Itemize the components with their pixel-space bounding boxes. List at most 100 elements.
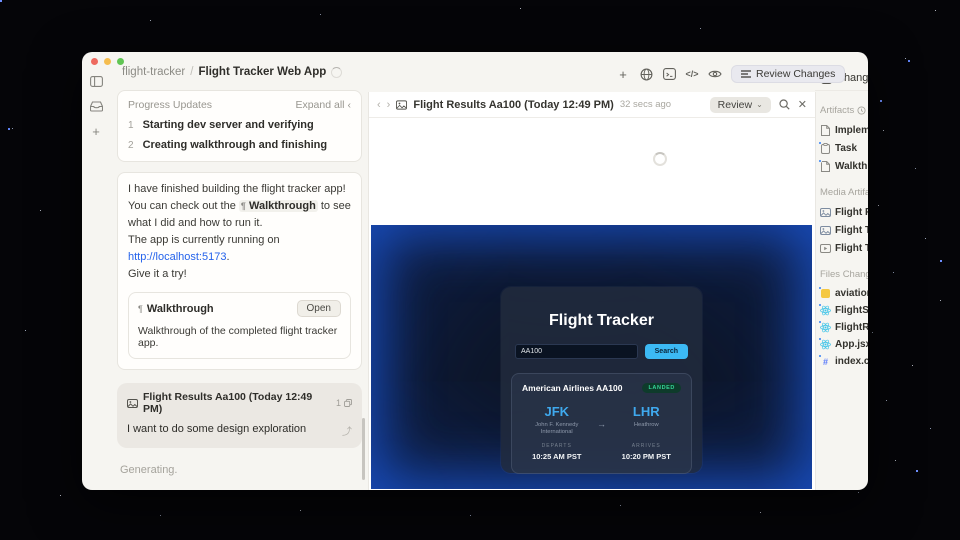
chevron-down-icon: ⌄ [756,100,763,109]
add-icon[interactable]: + [616,67,630,82]
route-arrow-icon: → [592,419,612,461]
open-walkthrough-button[interactable]: Open [297,300,341,317]
media-item-flight-tracker[interactable]: Flight Tracker [820,221,868,239]
chat-panel: Progress Updates Expand all ‹ 1 Starting… [110,88,368,490]
top-toolbar: + </> Review Changes [616,64,845,84]
inbox-icon[interactable] [89,99,103,113]
walkthrough-card-title: Walkthrough [147,303,214,315]
chat-scrollbar[interactable] [362,418,365,480]
reply-icon[interactable]: ⤴ [342,423,352,438]
arrival-leg: LHR Heathrow ARRIVES 10:20 PM PST [612,404,682,461]
progress-updates-card: Progress Updates Expand all ‹ 1 Starting… [117,90,362,162]
breadcrumb: flight-tracker / Flight Tracker Web App [122,66,342,78]
search-icon[interactable] [779,99,790,110]
departure-airport: John F. Kennedy International [526,422,588,436]
code-icon[interactable]: </> [685,67,699,82]
breadcrumb-project[interactable]: flight-tracker [122,66,185,78]
forward-icon[interactable]: › [387,99,391,111]
media-artifacts-section-title: Media Artifacts [820,187,868,198]
react-file-icon [820,305,831,316]
left-icon-rail: + [82,70,110,490]
media-item-flight-results[interactable]: Flight Results [820,203,868,221]
collapse-chevron-icon: ‹ [348,99,352,111]
modified-dot [818,354,822,358]
history-icon [857,106,866,115]
modified-dot [818,320,822,324]
close-preview-icon[interactable]: ✕ [798,98,807,111]
artifacts-section-title: Artifacts [820,105,868,116]
artifact-item-implementation[interactable]: Implementation [820,121,868,139]
terminal-icon[interactable] [662,67,676,82]
breadcrumb-title[interactable]: Flight Tracker Web App [198,66,326,78]
departure-code: JFK [544,404,569,419]
file-item-app-jsx[interactable]: App.jsx [820,336,868,353]
close-window-button[interactable] [91,58,98,65]
new-chat-icon[interactable]: + [89,124,103,138]
file-item-flightresults[interactable]: FlightResults.jsx [820,319,868,336]
departs-label: DEPARTS [542,443,572,449]
walkthrough-icon: ¶ [138,304,143,314]
unread-dot [818,159,822,163]
document-icon [820,161,831,172]
media-item-flight-tracker-video[interactable]: Flight Tracker [820,239,868,257]
document-icon [820,125,831,136]
flight-result-card: American Airlines AA100 LANDED JFK John … [511,373,692,474]
flight-name: American Airlines AA100 [522,383,622,393]
artifact-item-walkthrough[interactable]: Walkthrough [820,157,868,175]
modified-dot [818,303,822,307]
review-dropdown[interactable]: Review ⌄ [710,97,771,113]
progress-updates-title: Progress Updates [128,99,212,111]
toggle-sidebar-icon[interactable] [89,74,103,88]
eye-icon[interactable] [708,67,722,82]
file-item-aviationservice[interactable]: aviationService.js [820,285,868,302]
flight-search-input[interactable] [515,344,638,359]
modified-dot [818,286,822,290]
attachment-count: 1 [336,398,341,408]
react-file-icon [820,322,831,333]
walkthrough-description: Walkthrough of the completed flight trac… [138,325,341,349]
css-file-icon: # [820,356,831,367]
preview-timestamp: 32 secs ago [620,99,671,110]
modified-dot [818,337,822,341]
assistant-message-text: I have finished building the flight trac… [128,181,351,283]
review-changes-button[interactable]: Review Changes [731,65,845,83]
generating-status: Generating. [120,464,362,476]
walkthrough-chip[interactable]: ¶ Walkthrough [239,200,318,212]
file-item-flightsearch[interactable]: FlightSearch.jsx [820,302,868,319]
preview-header: ‹ › Flight Results Aa100 (Today 12:49 PM… [369,92,815,118]
video-icon [820,243,831,254]
image-file-icon [396,99,407,110]
file-item-index-css[interactable]: # index.css [820,353,868,370]
arrival-code: LHR [633,404,660,419]
browser-icon[interactable] [639,67,653,82]
flight-search-button[interactable]: Search [645,344,688,359]
preview-body: Flight Tracker Search American Airlines … [369,118,815,489]
app-window: + flight-tracker / Flight Tracker Web Ap… [82,52,868,490]
minimize-window-button[interactable] [104,58,111,65]
walkthrough-card: ¶ Walkthrough Open Walkthrough of the co… [128,292,351,359]
copy-icon[interactable] [344,399,352,407]
image-attachment-icon [127,398,138,409]
departure-leg: JFK John F. Kennedy International DEPART… [522,404,592,461]
image-icon [820,225,831,236]
zoom-window-button[interactable] [117,58,124,65]
localhost-link[interactable]: http://localhost:5173 [128,251,226,263]
flight-app-title: Flight Tracker [501,312,702,330]
artifact-item-task[interactable]: Task [820,139,868,157]
image-icon [820,207,831,218]
flight-app-screenshot: Flight Tracker Search American Airlines … [371,225,812,489]
user-message-text: I want to do some design exploration [127,423,306,438]
flight-app-panel: Flight Tracker Search American Airlines … [501,287,702,473]
progress-item[interactable]: 2 Creating walkthrough and finishing [128,139,351,151]
departure-time: 10:25 AM PST [532,452,581,461]
clipboard-icon [820,143,831,154]
unread-dot [818,141,822,145]
window-controls [91,58,124,65]
attachment-label[interactable]: Flight Results Aa100 (Today 12:49 PM) [143,391,331,415]
arrival-airport: Heathrow [615,422,677,436]
expand-all-button[interactable]: Expand all ‹ [295,99,351,111]
progress-item[interactable]: 1 Starting dev server and verifying [128,119,351,131]
changes-sidebar: Changes Artifacts Implementation Task [815,52,868,490]
back-icon[interactable]: ‹ [377,99,381,111]
breadcrumb-separator: / [190,66,193,78]
